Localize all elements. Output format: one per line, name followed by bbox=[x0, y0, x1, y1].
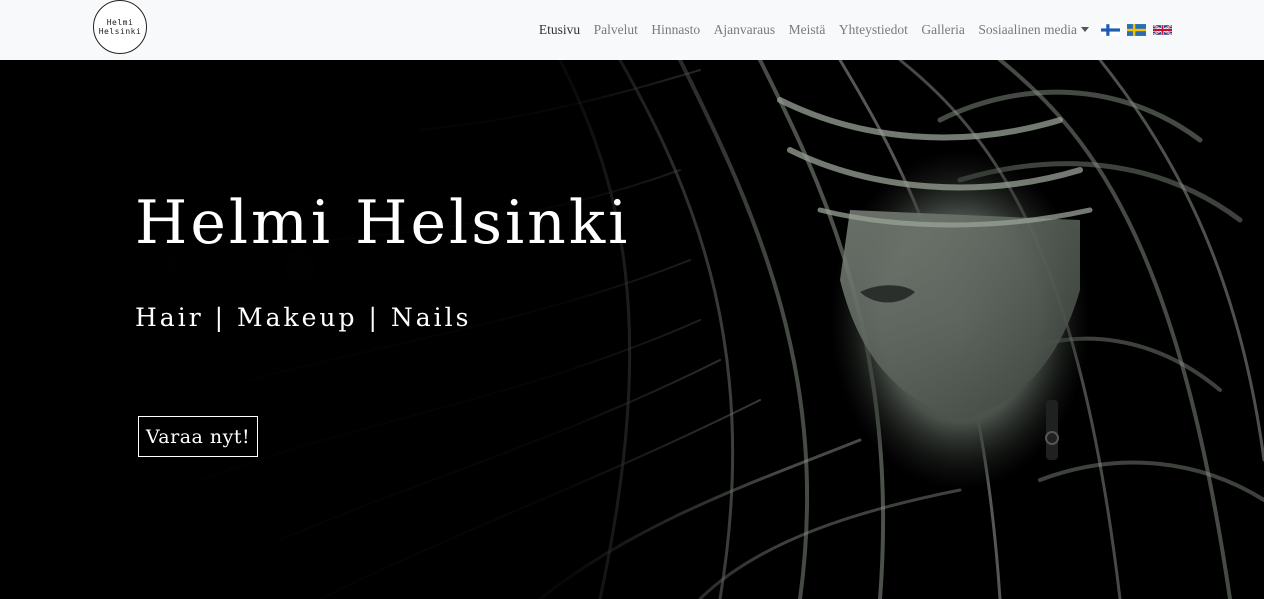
brand-logo[interactable]: Helmi Helsinki bbox=[93, 0, 147, 54]
nav-dropdown-label: Sosiaalinen media bbox=[978, 22, 1077, 37]
hero-subtitle: Hair | Makeup | Nails bbox=[135, 303, 472, 332]
nav-link-hinnasto[interactable]: Hinnasto bbox=[651, 22, 700, 38]
nav-link-ajanvaraus[interactable]: Ajanvaraus bbox=[714, 22, 775, 38]
logo-line-1: Helmi bbox=[106, 18, 134, 27]
nav-dropdown-sosiaalinen-media[interactable]: Sosiaalinen media bbox=[978, 22, 1089, 38]
nav-link-etusivu[interactable]: Etusivu bbox=[539, 22, 580, 38]
hero-title: Helmi Helsinki bbox=[135, 188, 631, 258]
nav-link-meista[interactable]: Meistä bbox=[789, 22, 826, 38]
book-now-button[interactable]: Varaa nyt! bbox=[138, 416, 258, 457]
uk-flag-icon[interactable] bbox=[1153, 23, 1172, 37]
hero-section: Helmi Helsinki Hair | Makeup | Nails Var… bbox=[0, 60, 1264, 599]
nav-links: Etusivu Palvelut Hinnasto Ajanvaraus Mei… bbox=[525, 0, 1172, 60]
nav-link-palvelut[interactable]: Palvelut bbox=[594, 22, 638, 38]
nav-link-galleria[interactable]: Galleria bbox=[921, 22, 964, 38]
caret-down-icon bbox=[1081, 27, 1089, 32]
nav-link-yhteystiedot[interactable]: Yhteystiedot bbox=[839, 22, 908, 38]
logo-line-2: Helsinki bbox=[98, 27, 142, 36]
swedish-flag-icon[interactable] bbox=[1127, 23, 1146, 37]
finnish-flag-icon[interactable] bbox=[1101, 23, 1120, 37]
navbar: Helmi Helsinki Etusivu Palvelut Hinnasto… bbox=[0, 0, 1264, 60]
